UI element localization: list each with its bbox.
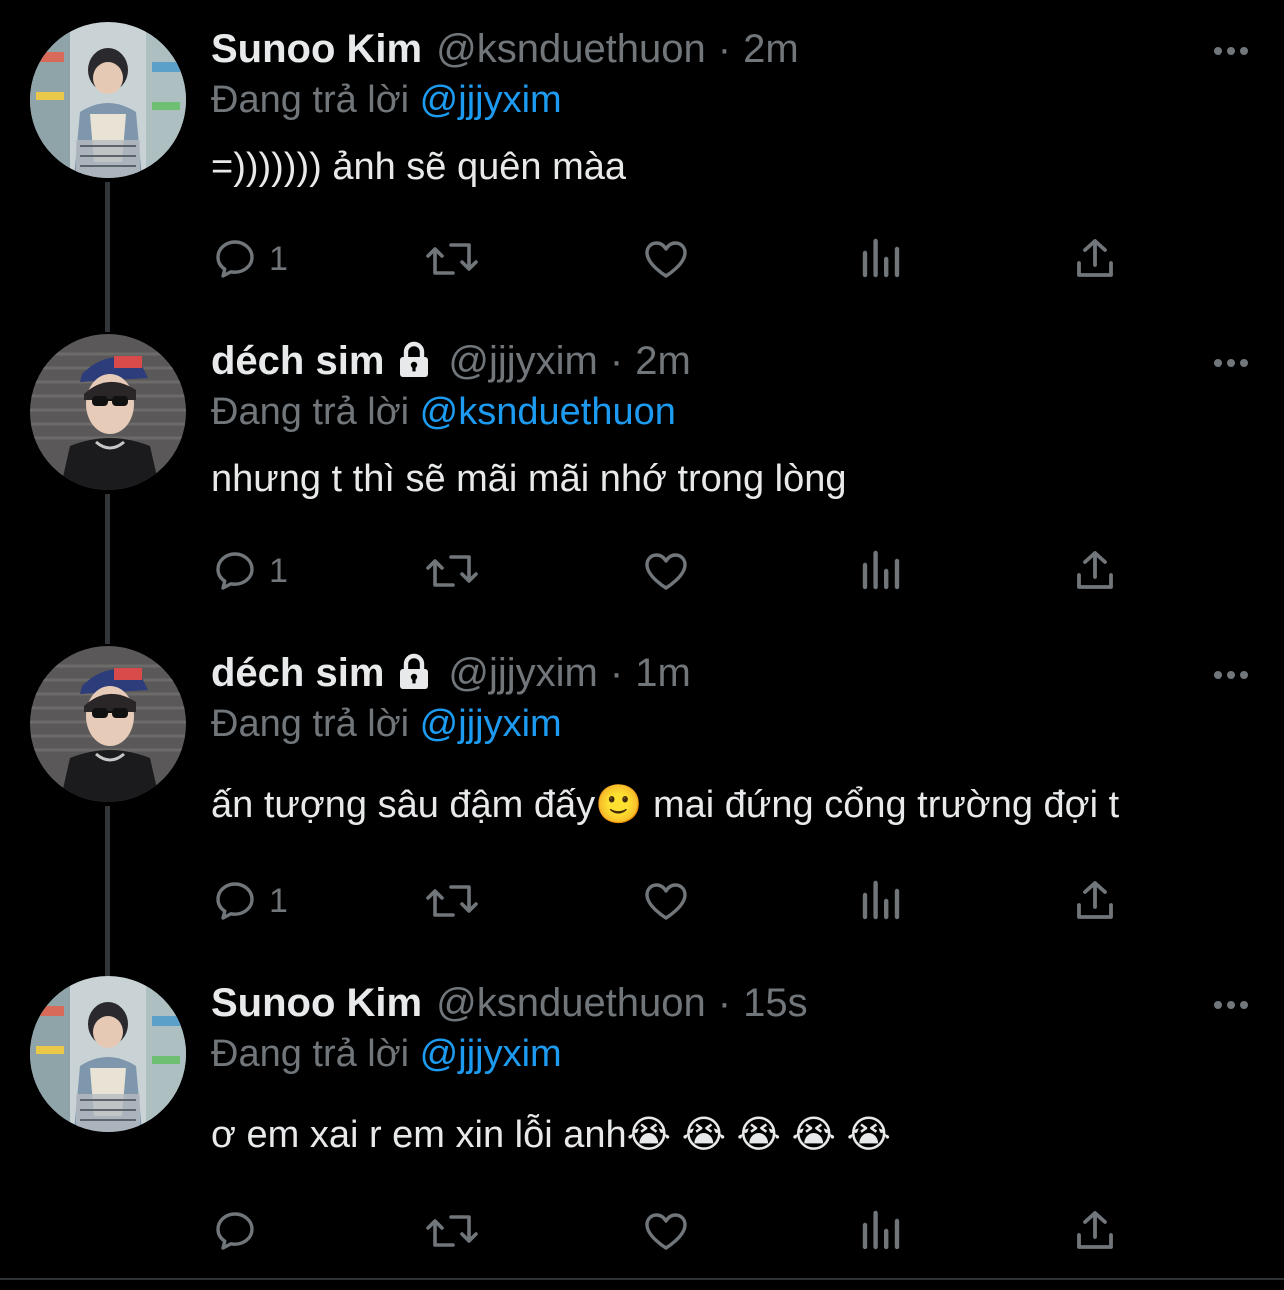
tweet-text: ấn tượng sâu đậm đấy🙂 mai đứng cổng trườ… — [211, 784, 1120, 826]
reply-count: 1 — [269, 881, 288, 920]
lock-icon — [394, 651, 434, 691]
replying-to: Đang trả lời @jjjyxim — [211, 698, 1251, 750]
avatar[interactable] — [30, 976, 186, 1132]
views-button[interactable] — [859, 546, 903, 596]
separator: · — [609, 651, 624, 695]
tweet[interactable]: déch sim @jjjyxim · 2m Đang trả lời @ksn… — [0, 312, 1284, 624]
user-handle[interactable]: @jjjyxim — [448, 648, 597, 698]
reply-button[interactable]: 1 — [211, 546, 288, 596]
replying-to: Đang trả lời @jjjyxim — [211, 74, 1251, 126]
share-icon — [1071, 877, 1119, 925]
tweet-text: ơ em xai r em xin lỗi anh😭 😭 😭 😭 😭 — [211, 1114, 891, 1156]
tweet-header: Sunoo Kim @ksnduethuon · 2m — [211, 24, 1251, 74]
share-button[interactable] — [1071, 1206, 1119, 1256]
like-button[interactable] — [641, 234, 691, 284]
retweet-button[interactable] — [425, 234, 479, 284]
lock-icon — [394, 339, 434, 379]
more-dots-icon[interactable] — [1211, 990, 1251, 1020]
retweet-icon — [425, 547, 479, 595]
divider — [0, 1278, 1284, 1280]
replying-to-label: Đang trả lời — [211, 703, 410, 745]
user-handle[interactable]: @jjjyxim — [448, 336, 597, 386]
timestamp[interactable]: 15s — [743, 978, 808, 1028]
tweet-actions — [211, 1206, 1251, 1256]
mention-link[interactable]: @jjjyxim — [420, 703, 562, 745]
share-button[interactable] — [1071, 546, 1119, 596]
tweet-header: déch sim @jjjyxim · 2m — [211, 336, 1251, 386]
mention-link[interactable]: @jjjyxim — [420, 1033, 562, 1075]
like-button[interactable] — [641, 546, 691, 596]
mention-link[interactable]: @jjjyxim — [420, 79, 562, 121]
more-dots-icon[interactable] — [1211, 660, 1251, 690]
views-button[interactable] — [859, 234, 903, 284]
tweet-actions: 1 — [211, 234, 1251, 284]
more-dots-icon[interactable] — [1211, 36, 1251, 66]
reply-icon — [211, 547, 259, 595]
share-icon — [1071, 547, 1119, 595]
conversation-thread: Sunoo Kim @ksnduethuon · 2m Đang trả lời… — [0, 0, 1284, 1290]
retweet-icon — [425, 235, 479, 283]
separator: · — [717, 27, 732, 71]
heart-icon — [641, 235, 691, 283]
tweet-text: nhưng t thì sẽ mãi mãi nhớ trong lòng — [211, 458, 847, 500]
display-name[interactable]: Sunoo Kim — [211, 978, 422, 1028]
reply-button[interactable] — [211, 1206, 269, 1256]
timestamp[interactable]: 2m — [743, 24, 799, 74]
share-button[interactable] — [1071, 234, 1119, 284]
tweet-actions: 1 — [211, 546, 1251, 596]
analytics-icon — [859, 877, 903, 925]
retweet-icon — [425, 1207, 479, 1255]
tweet-header: déch sim @jjjyxim · 1m — [211, 648, 1251, 698]
tweet[interactable]: déch sim @jjjyxim · 1m Đang trả lời @jjj… — [0, 624, 1284, 954]
timestamp[interactable]: 1m — [635, 648, 691, 698]
replying-to: Đang trả lời @ksnduethuon — [211, 386, 1251, 438]
reply-count: 1 — [269, 239, 288, 278]
separator: · — [717, 981, 732, 1025]
separator: · — [609, 339, 624, 383]
like-button[interactable] — [641, 876, 691, 926]
reply-icon — [211, 877, 259, 925]
reply-icon — [211, 1207, 259, 1255]
tweet-text: =))))))) ảnh sẽ quên màa — [211, 146, 626, 188]
heart-icon — [641, 877, 691, 925]
analytics-icon — [859, 235, 903, 283]
mention-link[interactable]: @ksnduethuon — [420, 391, 676, 433]
like-button[interactable] — [641, 1206, 691, 1256]
tweet-actions: 1 — [211, 876, 1251, 926]
heart-icon — [641, 1207, 691, 1255]
share-icon — [1071, 1207, 1119, 1255]
display-name[interactable]: déch sim — [211, 648, 384, 698]
tweet[interactable]: Sunoo Kim @ksnduethuon · 15s Đang trả lờ… — [0, 954, 1284, 1274]
avatar[interactable] — [30, 22, 186, 178]
replying-to: Đang trả lời @jjjyxim — [211, 1028, 1251, 1080]
display-name[interactable]: déch sim — [211, 336, 384, 386]
share-icon — [1071, 235, 1119, 283]
user-handle[interactable]: @ksnduethuon — [436, 978, 706, 1028]
views-button[interactable] — [859, 1206, 903, 1256]
display-name[interactable]: Sunoo Kim — [211, 24, 422, 74]
reply-icon — [211, 235, 259, 283]
user-handle[interactable]: @ksnduethuon — [436, 24, 706, 74]
retweet-button[interactable] — [425, 876, 479, 926]
heart-icon — [641, 547, 691, 595]
views-button[interactable] — [859, 876, 903, 926]
tweet[interactable]: Sunoo Kim @ksnduethuon · 2m Đang trả lời… — [0, 0, 1284, 312]
tweet-header: Sunoo Kim @ksnduethuon · 15s — [211, 978, 1251, 1028]
avatar[interactable] — [30, 334, 186, 490]
reply-button[interactable]: 1 — [211, 876, 288, 926]
more-dots-icon[interactable] — [1211, 348, 1251, 378]
avatar[interactable] — [30, 646, 186, 802]
analytics-icon — [859, 547, 903, 595]
reply-button[interactable]: 1 — [211, 234, 288, 284]
replying-to-label: Đang trả lời — [211, 1033, 410, 1075]
analytics-icon — [859, 1207, 903, 1255]
retweet-button[interactable] — [425, 546, 479, 596]
retweet-button[interactable] — [425, 1206, 479, 1256]
replying-to-label: Đang trả lời — [211, 79, 410, 121]
share-button[interactable] — [1071, 876, 1119, 926]
reply-count: 1 — [269, 551, 288, 590]
timestamp[interactable]: 2m — [635, 336, 691, 386]
retweet-icon — [425, 877, 479, 925]
replying-to-label: Đang trả lời — [211, 391, 410, 433]
